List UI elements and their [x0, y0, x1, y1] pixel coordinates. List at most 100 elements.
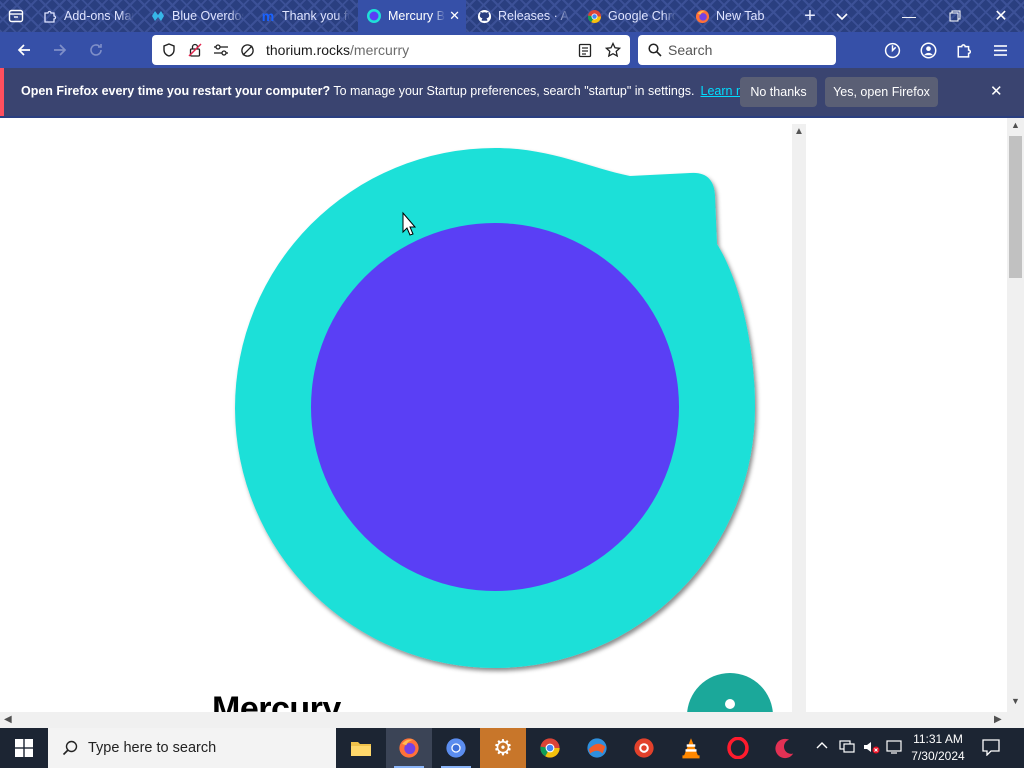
tab-strip: Add-ons Manager Blue Overdose m Thank yo…	[0, 0, 1024, 32]
search-bar[interactable]: Search	[638, 35, 836, 65]
clock-date: 7/30/2024	[911, 749, 965, 763]
tab-title: Releases · Alex313031	[498, 9, 570, 23]
extensions-puzzle-icon	[957, 44, 971, 58]
bookmark-star-icon[interactable]	[600, 42, 626, 58]
reload-button[interactable]	[80, 34, 112, 66]
taskbar-chromium[interactable]	[433, 728, 479, 768]
close-tab-icon[interactable]: ✕	[449, 8, 460, 24]
taskbar-clock[interactable]: 11:31 AM 7/30/2024	[902, 731, 974, 765]
firefox-view-button[interactable]	[0, 0, 32, 32]
taskbar-vlc[interactable]	[668, 728, 714, 768]
minimize-icon: —	[902, 8, 916, 24]
mercury-logo	[235, 148, 773, 712]
taskbar-opera[interactable]	[715, 728, 761, 768]
scroll-down-arrow-icon[interactable]: ▼	[1011, 696, 1020, 706]
volume-muted-icon[interactable]	[862, 739, 880, 758]
vertical-scrollbar[interactable]: ▲ ▼	[1007, 118, 1024, 712]
taskbar-red-app[interactable]	[762, 728, 808, 768]
firefox-icon	[694, 8, 710, 24]
taskbar-red-browser[interactable]	[621, 728, 667, 768]
taskbar-search-placeholder: Type here to search	[88, 740, 217, 756]
page-content: Mercury ▲ ▲ ▼	[0, 116, 1024, 712]
firefox-view-icon	[8, 9, 24, 23]
no-thanks-button[interactable]: No thanks	[740, 77, 817, 107]
new-tab-button[interactable]: +	[794, 0, 826, 32]
taskbar-chrome[interactable]	[527, 728, 573, 768]
tab-add-ons[interactable]: Add-ons Manager	[34, 0, 140, 32]
search-placeholder: Search	[668, 42, 713, 58]
arrow-right-icon	[54, 44, 67, 56]
taskbar-settings[interactable]: ⚙	[480, 728, 526, 768]
tab-mercury[interactable]: Mercury Browser ✕	[358, 0, 466, 32]
scroll-right-arrow-icon[interactable]: ▶	[994, 714, 1002, 725]
tab-new-tab[interactable]: New Tab	[686, 0, 790, 32]
extensions-button[interactable]	[948, 34, 980, 66]
scroll-left-arrow-icon[interactable]: ◀	[4, 714, 12, 725]
scroll-up-arrow-icon[interactable]: ▲	[1011, 120, 1020, 130]
yes-open-firefox-button[interactable]: Yes, open Firefox	[825, 77, 938, 107]
reader-view-icon[interactable]	[572, 43, 598, 58]
forward-button[interactable]	[44, 34, 76, 66]
close-window-button[interactable]: ✕	[978, 0, 1024, 32]
notification-message: Open Firefox every time you restart your…	[21, 84, 764, 98]
tab-title: Google Chrome	[608, 9, 676, 23]
search-icon	[648, 43, 662, 57]
minimize-button[interactable]: —	[886, 0, 932, 32]
list-all-tabs-button[interactable]	[826, 0, 858, 32]
notification-bold-text: Open Firefox every time you restart your…	[21, 84, 331, 98]
m-logo-icon: m	[261, 8, 275, 24]
crescent-app-icon	[775, 738, 794, 759]
close-icon: ✕	[994, 8, 1008, 25]
url-host: thorium.rocks	[266, 42, 351, 58]
horizontal-scrollbar[interactable]: ◀ ▶	[0, 712, 1024, 728]
hamburger-menu-icon	[993, 44, 1007, 56]
notifications-icon[interactable]	[982, 739, 1000, 759]
chrome-icon	[540, 738, 560, 758]
tab-blue-overdose[interactable]: Blue Overdose	[142, 0, 250, 32]
chrome-icon	[586, 8, 602, 24]
sync-icon	[884, 42, 900, 58]
notification-text: To manage your Startup preferences, sear…	[330, 84, 695, 98]
taskbar-file-explorer[interactable]	[338, 728, 384, 768]
chat-bubble-dot	[725, 699, 735, 709]
restore-icon	[949, 10, 961, 22]
inner-scrollbar[interactable]: ▲	[792, 124, 806, 712]
tab-thank-you[interactable]: m Thank you for downloading	[252, 0, 356, 32]
firefox-icon	[399, 738, 419, 758]
show-hidden-icons-chevron-icon[interactable]	[816, 739, 828, 753]
tab-google-chrome[interactable]: Google Chrome	[578, 0, 682, 32]
gear-icon: ⚙	[493, 735, 513, 760]
vlc-cone-icon	[682, 738, 700, 759]
tab-releases[interactable]: Releases · Alex313031	[468, 0, 576, 32]
tracking-blocked-icon[interactable]	[234, 43, 260, 58]
restore-button[interactable]	[932, 0, 978, 32]
network-icon[interactable]	[838, 739, 856, 758]
startup-notification-bar: Open Firefox every time you restart your…	[0, 68, 1024, 116]
taskbar-mercury-app[interactable]	[574, 728, 620, 768]
tab-title: Thank you for downloading	[282, 9, 350, 23]
sync-button[interactable]	[876, 34, 908, 66]
search-icon	[62, 740, 78, 756]
scrollbar-thumb[interactable]	[1009, 136, 1022, 278]
blue-overdose-icon	[150, 8, 166, 24]
taskbar-search-box[interactable]: Type here to search	[48, 728, 336, 768]
opera-icon	[727, 737, 749, 759]
display-icon[interactable]	[886, 739, 902, 758]
tab-title: New Tab	[716, 9, 765, 23]
github-icon	[476, 8, 492, 24]
close-notification-icon[interactable]: ✕	[990, 82, 1003, 100]
address-bar[interactable]: thorium.rocks/mercurry	[152, 35, 630, 65]
taskbar-firefox[interactable]	[386, 728, 432, 768]
logo-inner-disc	[311, 223, 679, 591]
app-menu-button[interactable]	[984, 34, 1016, 66]
lock-insecure-icon[interactable]	[182, 43, 208, 57]
start-button[interactable]	[0, 728, 48, 768]
shield-icon[interactable]	[156, 43, 182, 57]
permissions-icon[interactable]	[208, 43, 234, 57]
back-button[interactable]	[8, 34, 40, 66]
puzzle-icon	[42, 8, 58, 24]
account-button[interactable]	[912, 34, 944, 66]
url-text: thorium.rocks/mercurry	[266, 42, 409, 58]
plus-icon: +	[804, 4, 816, 27]
scroll-up-icon[interactable]: ▲	[794, 126, 804, 137]
